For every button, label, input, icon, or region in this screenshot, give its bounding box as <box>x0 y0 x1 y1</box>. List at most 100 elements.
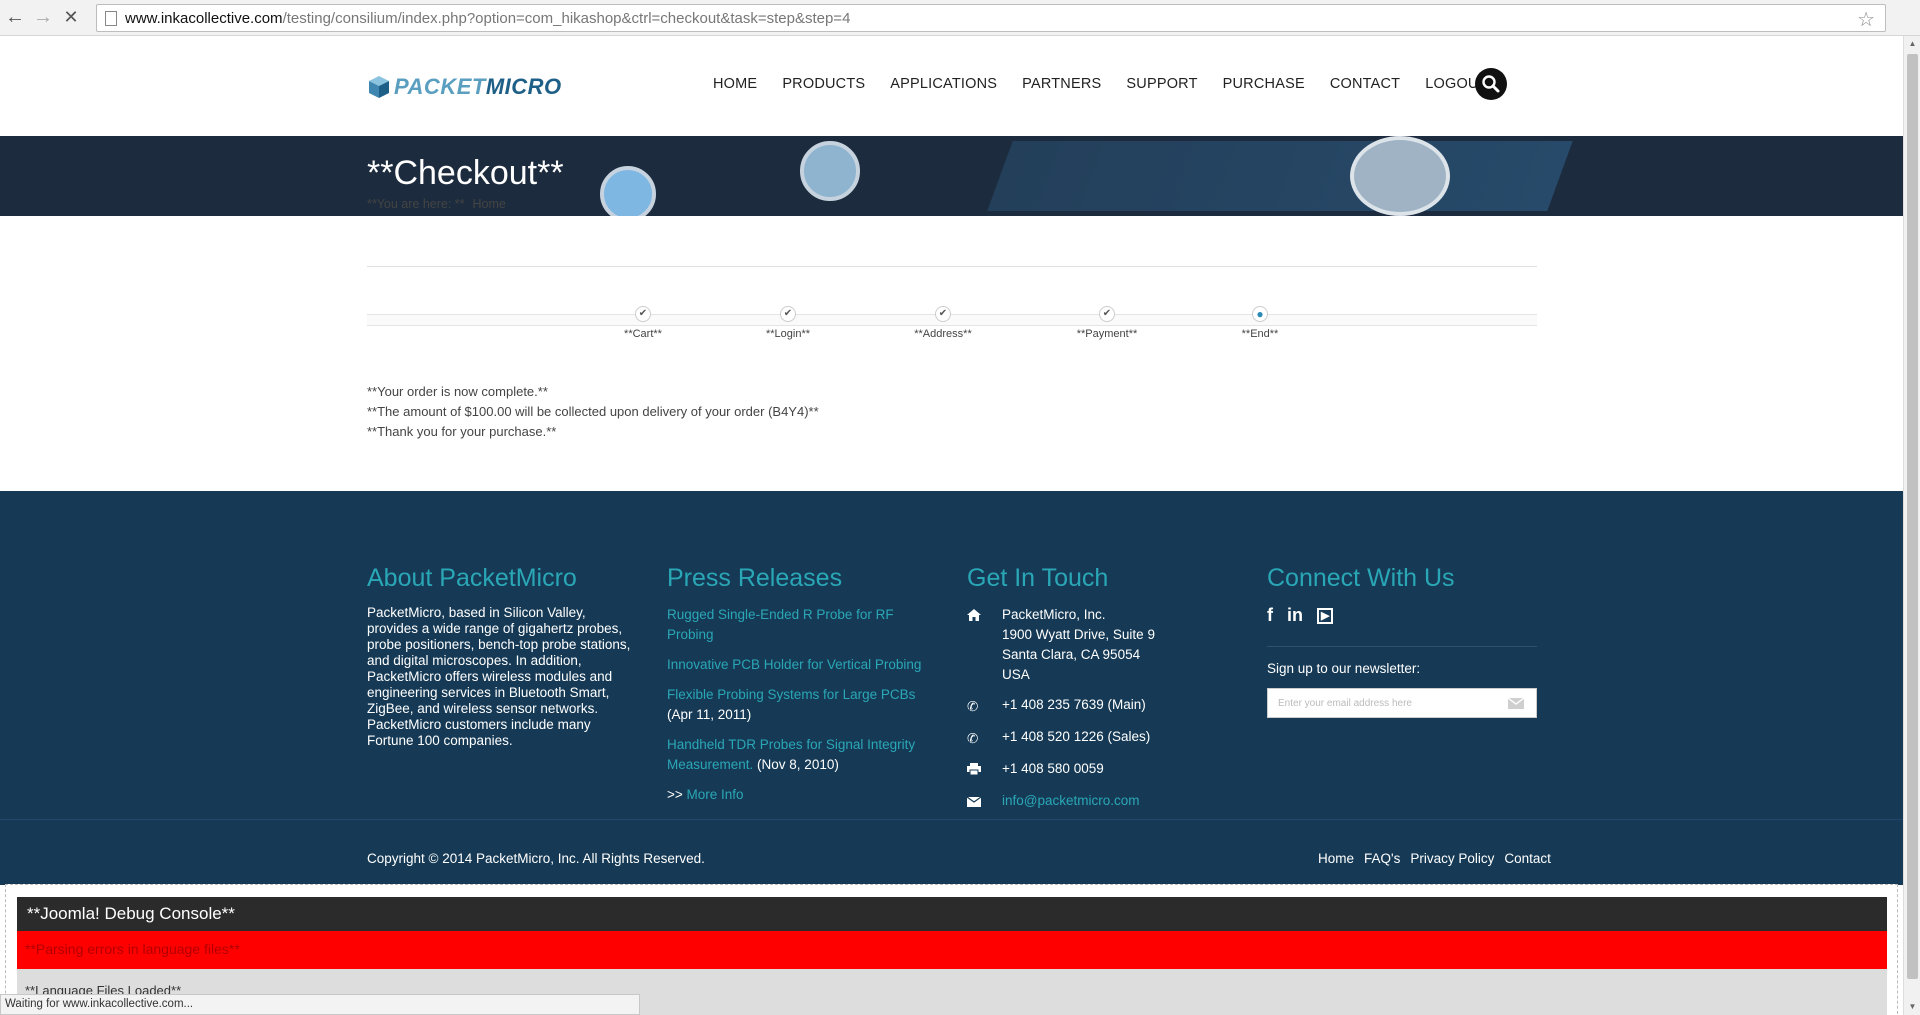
footer-press-releases: Press Releases Rugged Single-Ended R Pro… <box>667 564 937 815</box>
phone-icon: ✆ <box>967 699 979 714</box>
scrollbar-thumb[interactable] <box>1907 54 1918 979</box>
press-link[interactable]: Handheld TDR Probes for Signal Integrity… <box>667 735 937 775</box>
scroll-up-arrow-icon[interactable]: ▲ <box>1904 36 1920 52</box>
check-icon: ✔ <box>935 306 951 322</box>
step-end: ● **End** <box>1210 306 1310 340</box>
press-link[interactable]: Rugged Single-Ended R Probe for RF Probi… <box>667 605 937 645</box>
address-bar[interactable]: www.inkacollective.com/testing/consilium… <box>96 4 1886 32</box>
newsletter-email-input[interactable] <box>1278 697 1508 709</box>
step-label: **End** <box>1241 328 1279 340</box>
debug-title[interactable]: **Joomla! Debug Console** <box>17 897 1887 931</box>
breadcrumb-prefix: **You are here: ** <box>367 197 465 211</box>
press-link[interactable]: Innovative PCB Holder for Vertical Probi… <box>667 655 937 675</box>
nav-purchase[interactable]: PURCHASE <box>1223 76 1305 92</box>
browser-status-bar: Waiting for www.inkacollective.com... <box>0 994 640 1015</box>
step-cart[interactable]: ✔ **Cart** <box>593 306 693 340</box>
page-icon <box>105 10 117 26</box>
newsletter-label: Sign up to our newsletter: <box>1267 661 1421 676</box>
site-footer: About PacketMicro PacketMicro, based in … <box>0 491 1903 885</box>
step-label: **Login** <box>765 328 811 340</box>
footer-link-contact[interactable]: Contact <box>1504 851 1551 866</box>
connect-divider <box>1267 646 1537 647</box>
banner-led-graphic <box>800 141 860 201</box>
step-address[interactable]: ✔ **Address** <box>893 306 993 340</box>
contact-phone-main: ✆ +1 408 235 7639 (Main) <box>967 695 1155 717</box>
order-confirmation: **Your order is now complete.** **The am… <box>367 382 819 442</box>
about-text: PacketMicro, based in Silicon Valley, pr… <box>367 605 631 748</box>
address-line: USA <box>1002 667 1030 682</box>
step-login[interactable]: ✔ **Login** <box>738 306 838 340</box>
home-icon <box>967 605 1002 685</box>
nav-home[interactable]: HOME <box>713 76 757 92</box>
press-heading: Press Releases <box>667 564 843 592</box>
address-line: 1900 Wyatt Drive, Suite 9 <box>1002 627 1155 642</box>
nav-applications[interactable]: APPLICATIONS <box>890 76 997 92</box>
stop-button[interactable]: ✕ <box>58 5 84 31</box>
youtube-icon[interactable]: ▶ <box>1317 607 1334 624</box>
thank-you-text: **Thank you for your purchase.** <box>367 424 557 439</box>
contact-heading: Get In Touch <box>967 564 1109 592</box>
banner-chip-graphic <box>987 141 1573 211</box>
cube-logo-icon <box>369 76 389 98</box>
newsletter-form <box>1267 688 1537 718</box>
url-host: www.inkacollective.com <box>125 9 283 27</box>
footer-link-privacy[interactable]: Privacy Policy <box>1410 851 1494 866</box>
site-header: PACKET MICRO HOME PRODUCTS APPLICATIONS P… <box>0 36 1903 136</box>
main-nav: HOME PRODUCTS APPLICATIONS PARTNERS SUPP… <box>713 76 1513 92</box>
nav-products[interactable]: PRODUCTS <box>782 76 865 92</box>
press-date: (Nov 8, 2010) <box>753 757 839 772</box>
forward-button[interactable]: → <box>30 5 56 31</box>
envelope-icon <box>966 791 1002 813</box>
step-label: **Payment** <box>1076 328 1138 340</box>
page-scrollbar[interactable]: ▲ ▼ <box>1903 36 1920 1015</box>
phone-icon: ✆ <box>967 731 979 746</box>
facebook-icon[interactable]: f <box>1267 605 1273 626</box>
page-title: **Checkout** <box>367 154 564 192</box>
step-label: **Address** <box>914 328 972 340</box>
back-button[interactable]: ← <box>2 5 28 31</box>
email-link[interactable]: info@packetmicro.com <box>1002 791 1140 813</box>
step-payment[interactable]: ✔ **Payment** <box>1057 306 1157 340</box>
printer-icon <box>967 759 1002 781</box>
contact-phone-sales: ✆ +1 408 520 1226 (Sales) <box>967 727 1155 749</box>
payment-note-text: **The amount of $100.00 will be collecte… <box>367 404 819 419</box>
footer-about: About PacketMicro PacketMicro, based in … <box>367 564 637 749</box>
search-icon <box>1482 75 1500 93</box>
footer-links: Home FAQ's Privacy Policy Contact <box>1308 851 1551 866</box>
order-complete-text: **Your order is now complete.** <box>367 384 548 399</box>
press-date: (Apr 11, 2011) <box>667 707 752 722</box>
linkedin-icon[interactable]: in <box>1287 605 1303 626</box>
banner-led-graphic <box>600 166 656 216</box>
nav-partners[interactable]: PARTNERS <box>1022 76 1101 92</box>
copyright: Copyright © 2014 PacketMicro, Inc. All R… <box>367 851 705 866</box>
bookmark-star-icon[interactable]: ☆ <box>1857 7 1875 32</box>
footer-divider <box>0 819 1903 820</box>
nav-support[interactable]: SUPPORT <box>1126 76 1197 92</box>
page: PACKET MICRO HOME PRODUCTS APPLICATIONS P… <box>0 36 1903 1015</box>
scroll-down-arrow-icon[interactable]: ▼ <box>1904 999 1920 1015</box>
url-path: /testing/consilium/index.php?option=com_… <box>282 9 851 27</box>
site-logo[interactable]: PACKET MICRO <box>368 74 562 100</box>
about-heading: About PacketMicro <box>367 564 577 592</box>
footer-link-faq[interactable]: FAQ's <box>1364 851 1400 866</box>
nav-contact[interactable]: CONTACT <box>1330 76 1400 92</box>
debug-parsing-errors[interactable]: **Parsing errors in language files** <box>17 931 1887 969</box>
address-line: PacketMicro, Inc. <box>1002 607 1106 622</box>
contact-fax: +1 408 580 0059 <box>967 759 1155 781</box>
breadcrumb-home-link[interactable]: Home <box>473 197 506 211</box>
footer-link-home[interactable]: Home <box>1318 851 1354 866</box>
check-icon: ✔ <box>780 306 796 322</box>
footer-connect: Connect With Us f in ▶ Sign up to our ne… <box>1267 564 1537 718</box>
connect-heading: Connect With Us <box>1267 564 1455 592</box>
breadcrumb: **You are here: ** Home <box>367 197 506 211</box>
press-link[interactable]: Flexible Probing Systems for Large PCBs … <box>667 685 937 725</box>
search-button[interactable] <box>1475 68 1507 100</box>
contact-email: info@packetmicro.com <box>966 791 1155 813</box>
social-links: f in ▶ <box>1267 605 1537 626</box>
check-icon: ✔ <box>635 306 651 322</box>
page-banner: **Checkout** <box>0 136 1903 216</box>
footer-contact: Get In Touch PacketMicro, Inc. 1900 Wyat… <box>966 564 1155 823</box>
logo-text-micro: MICRO <box>485 74 562 99</box>
envelope-submit-icon[interactable] <box>1508 697 1524 709</box>
more-info[interactable]: >> More Info <box>667 785 937 805</box>
